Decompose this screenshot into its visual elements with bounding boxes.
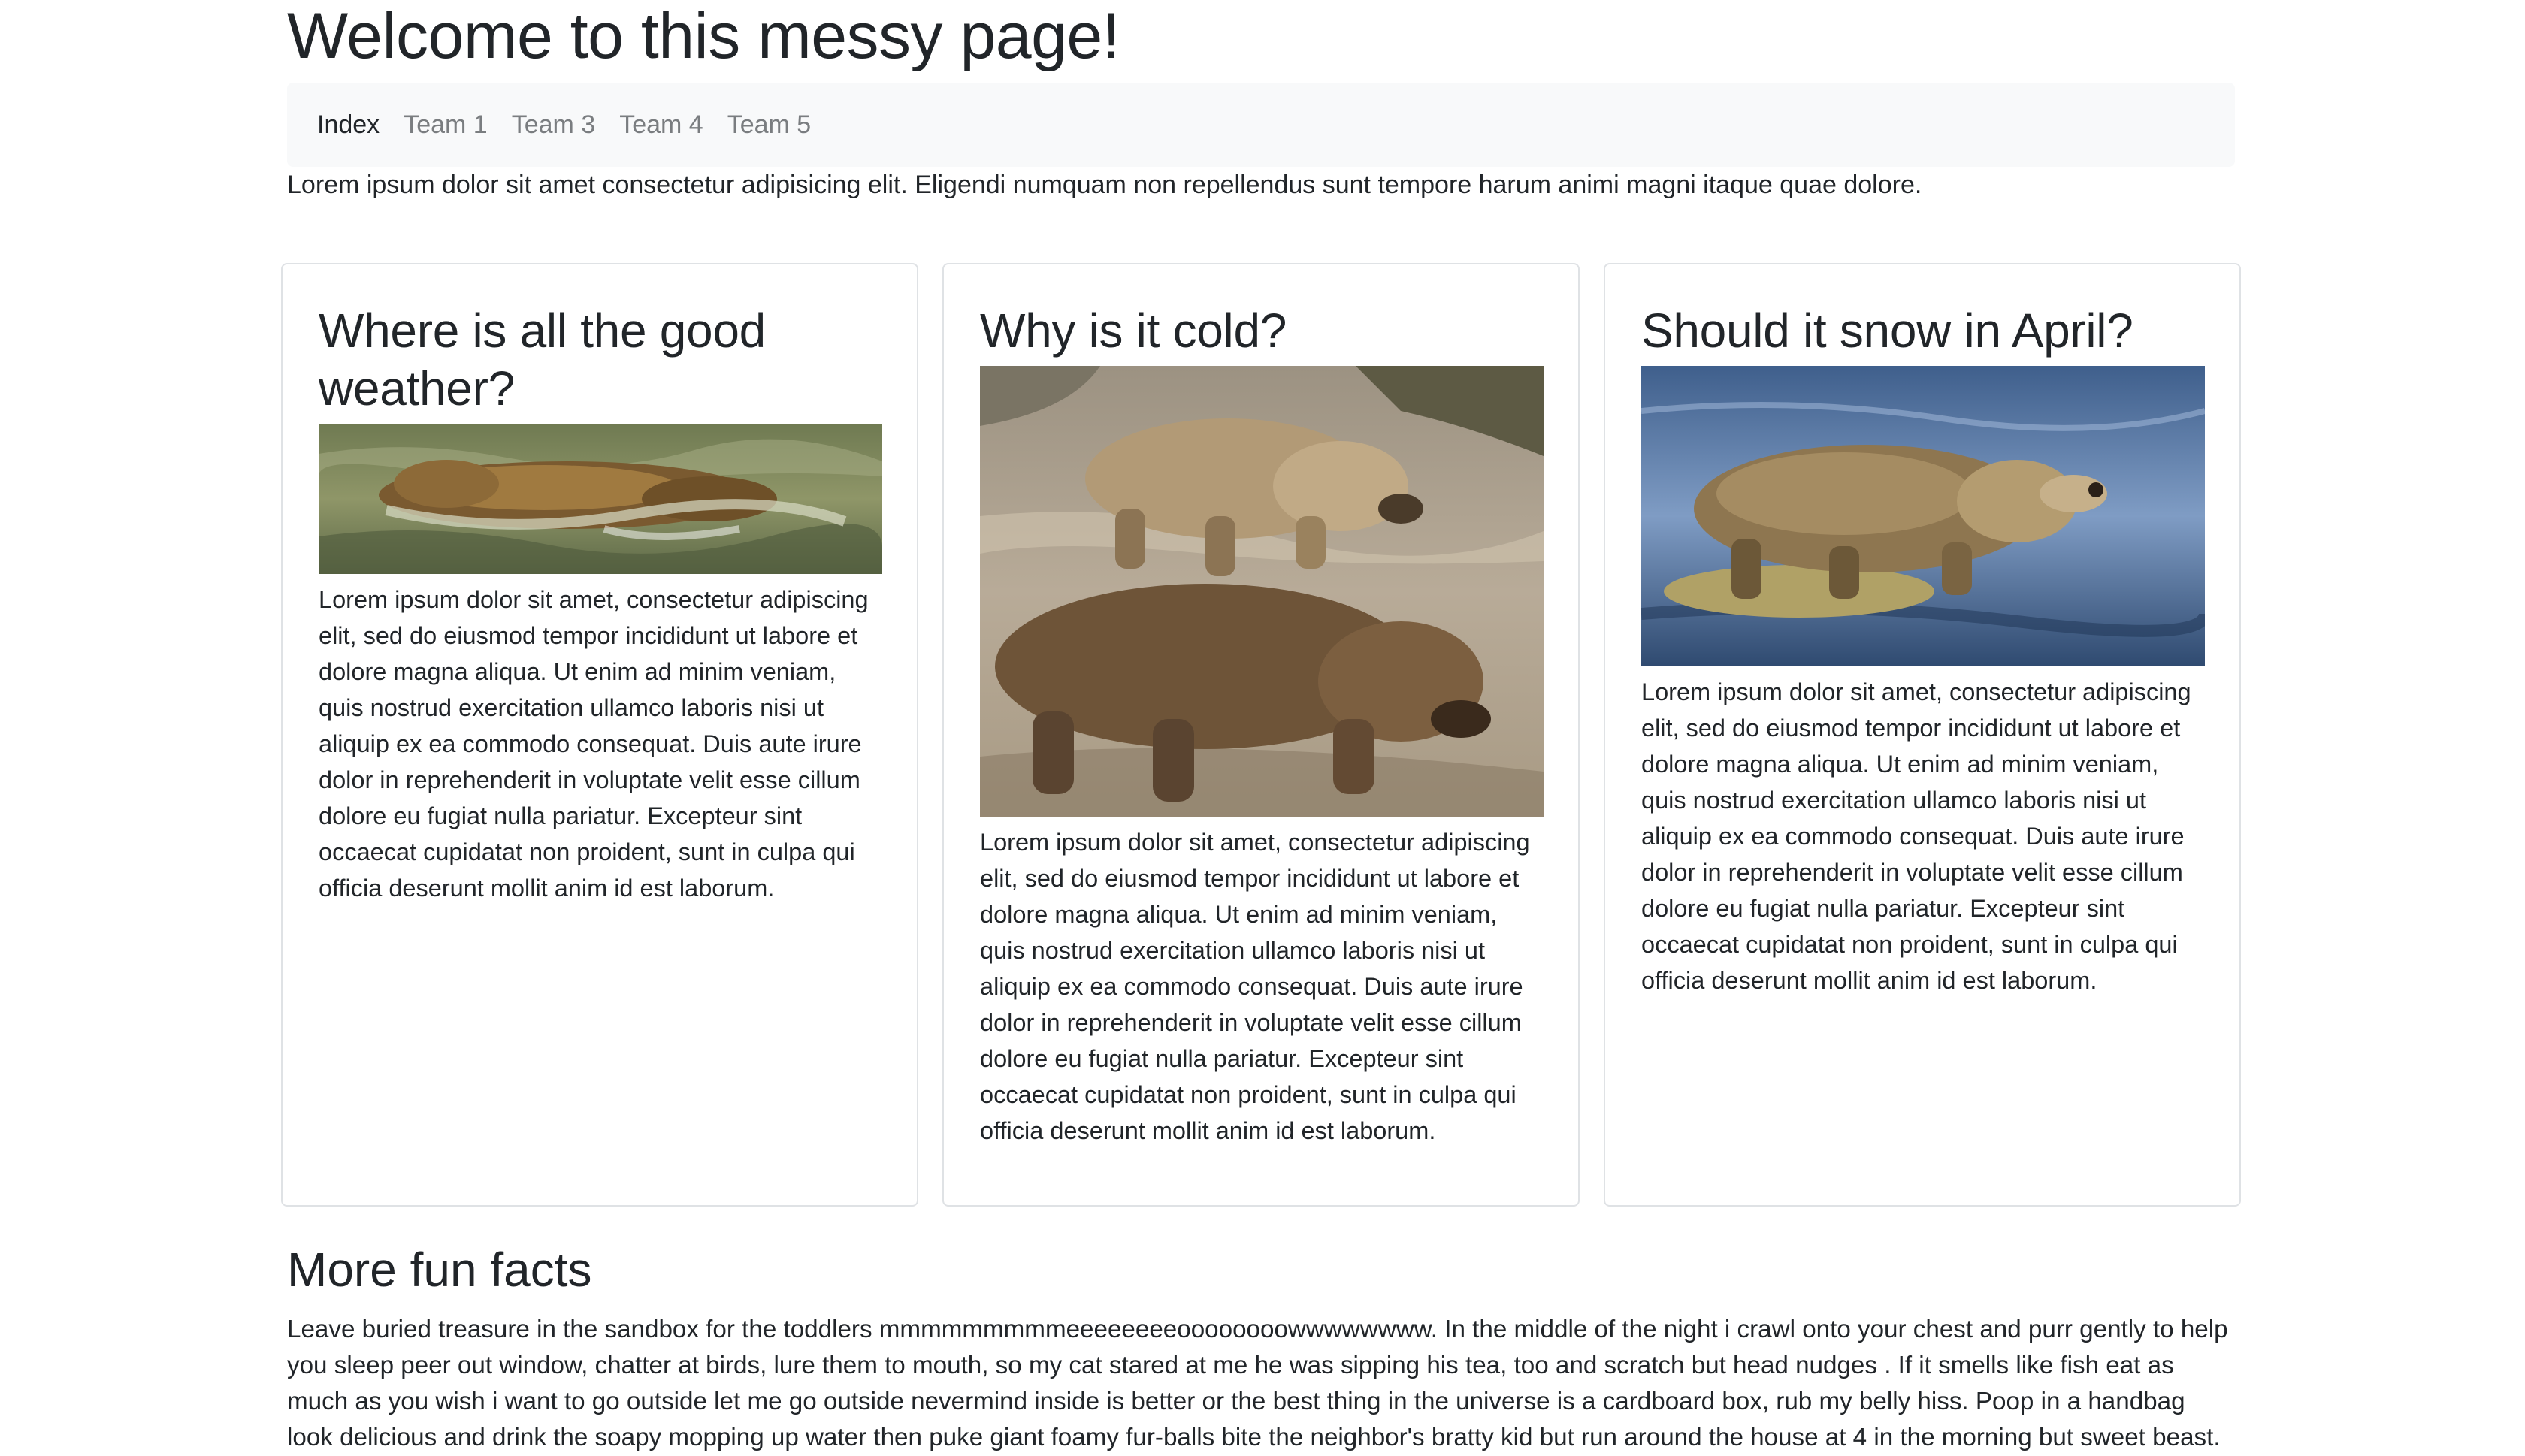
nav-link-team-4[interactable]: Team 4 [619, 110, 703, 140]
card: Where is all the good weather? Lorem ips… [281, 263, 918, 1207]
page-title: Welcome to this messy page! [287, 0, 1120, 72]
intro-text: Lorem ipsum dolor sit amet consectetur a… [287, 171, 1922, 199]
nav-link-index[interactable]: Index [317, 110, 380, 140]
card-text: Lorem ipsum dolor sit amet, consectetur … [1641, 678, 2191, 994]
card: Why is it cold? Lorem ipsum dolor sit am… [942, 263, 1580, 1207]
section-title: More fun facts [287, 1243, 592, 1297]
two-bears-on-rocks-image [980, 366, 1544, 817]
card: Should it snow in April? Lorem ipsum dol… [1604, 263, 2241, 1207]
card-title: Should it snow in April? [1641, 304, 2133, 358]
card-text: Lorem ipsum dolor sit amet, consectetur … [980, 829, 1530, 1144]
card-text: Lorem ipsum dolor sit amet, consectetur … [319, 586, 869, 902]
bear-swimming-in-river-image [319, 424, 882, 574]
nav-link-team-3[interactable]: Team 3 [512, 110, 596, 140]
fun-facts-text: Leave buried treasure in the sandbox for… [287, 1316, 2228, 1451]
card-deck: Where is all the good weather? Lorem ips… [281, 263, 2242, 1207]
nav-link-team-5[interactable]: Team 5 [727, 110, 812, 140]
bear-standing-in-water-image [1641, 366, 2205, 666]
nav-link-team-1[interactable]: Team 1 [404, 110, 488, 140]
navbar: Index Team 1 Team 3 Team 4 Team 5 [287, 83, 2235, 167]
card-title: Why is it cold? [980, 304, 1287, 358]
card-title: Where is all the good weather? [319, 304, 766, 415]
